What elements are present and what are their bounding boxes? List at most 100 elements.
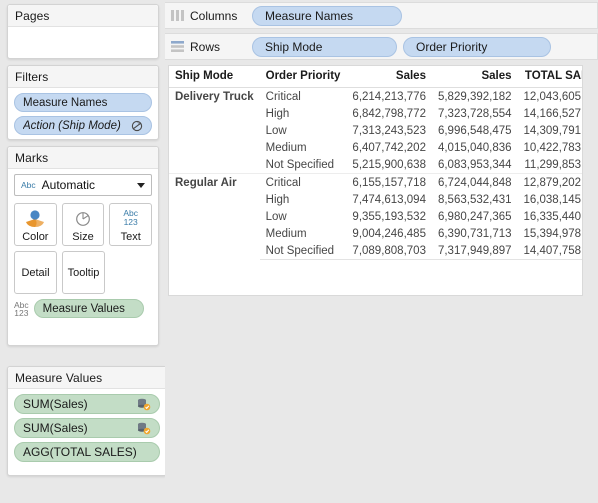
cell-total-sales[interactable]: 11,299,853,982 bbox=[518, 156, 582, 174]
cell-total-sales[interactable]: 16,038,145,525 bbox=[518, 191, 582, 208]
database-field-icon[interactable] bbox=[136, 421, 151, 435]
marks-color-label: Color bbox=[22, 231, 49, 243]
cell-order-priority[interactable]: Critical bbox=[259, 173, 347, 191]
column-header-ship-mode[interactable]: Ship Mode bbox=[169, 66, 260, 88]
cell-total-sales[interactable]: 14,407,758,600 bbox=[517, 242, 582, 260]
cell-order-priority[interactable]: Not Specified bbox=[260, 156, 347, 174]
cell-sales-1[interactable]: 7,089,808,703 bbox=[346, 242, 432, 260]
crosstab-table: Ship Mode Order Priority Sales Sales TOT… bbox=[169, 66, 582, 260]
column-header-total-sales[interactable]: TOTAL SALES bbox=[517, 66, 582, 88]
row-header-ship-mode[interactable]: Regular Air bbox=[169, 173, 260, 260]
cell-sales-2[interactable]: 6,083,953,344 bbox=[432, 156, 518, 174]
rows-icon bbox=[171, 41, 184, 52]
chevron-down-icon[interactable] bbox=[137, 182, 145, 188]
filter-action-icon[interactable] bbox=[131, 120, 143, 132]
cell-order-priority[interactable]: Critical bbox=[259, 87, 347, 105]
cell-sales-1[interactable]: 9,355,193,532 bbox=[346, 208, 432, 225]
view-panel: Columns Measure Names Rows Ship Mode Ord… bbox=[165, 0, 598, 503]
cell-sales-1[interactable]: 6,407,742,202 bbox=[346, 139, 432, 156]
cell-sales-1[interactable]: 7,313,243,523 bbox=[346, 122, 432, 139]
cell-order-priority[interactable]: Medium bbox=[260, 139, 347, 156]
cell-order-priority[interactable]: Medium bbox=[260, 225, 347, 242]
columns-shelf[interactable]: Columns Measure Names bbox=[165, 2, 598, 29]
cell-sales-1[interactable]: 7,474,613,094 bbox=[346, 191, 432, 208]
marks-color-button[interactable]: Color bbox=[14, 203, 57, 246]
marks-buttons-row-2: Detail Tooltip bbox=[14, 251, 152, 294]
table-row[interactable]: Regular Air Critical 6,155,157,718 6,724… bbox=[169, 173, 582, 260]
measure-value-label: SUM(Sales) bbox=[23, 421, 88, 435]
cell-sales-1[interactable]: 6,214,213,776 bbox=[346, 87, 432, 105]
rows-shelf[interactable]: Rows Ship Mode Order Priority bbox=[165, 33, 598, 60]
measure-value-pill-sum-sales-2[interactable]: SUM(Sales) bbox=[14, 418, 160, 438]
table-row[interactable]: Delivery Truck Critical 6,214,213,776 5,… bbox=[169, 87, 582, 174]
marks-card-body: Abc Automatic Color Size Abc 123 Text De… bbox=[8, 169, 158, 324]
marks-pill-measure-values[interactable]: Measure Values bbox=[33, 299, 144, 318]
pages-card-title: Pages bbox=[8, 5, 158, 27]
crosstab-view[interactable]: Ship Mode Order Priority Sales Sales TOT… bbox=[168, 65, 583, 296]
cell-order-priority[interactable]: Low bbox=[260, 208, 347, 225]
cell-sales-1[interactable]: 6,842,798,772 bbox=[346, 105, 432, 122]
cell-sales-2[interactable]: 5,829,392,182 bbox=[431, 87, 518, 105]
columns-shelf-pills: Measure Names bbox=[252, 5, 402, 26]
marks-detail-label: Detail bbox=[21, 266, 50, 279]
cell-total-sales[interactable]: 12,043,605,959 bbox=[517, 87, 582, 105]
database-field-icon[interactable] bbox=[136, 397, 151, 411]
cell-total-sales[interactable]: 10,422,783,037 bbox=[518, 139, 582, 156]
measure-value-label: AGG(TOTAL SALES) bbox=[23, 445, 137, 459]
crosstab-body: Delivery Truck Critical 6,214,213,776 5,… bbox=[169, 87, 582, 260]
tableau-worksheet: Pages Filters Measure Names Action (Ship… bbox=[0, 0, 598, 503]
column-header-order-priority[interactable]: Order Priority bbox=[259, 66, 347, 88]
marks-size-label: Size bbox=[72, 231, 94, 243]
cell-total-sales[interactable]: 14,166,527,326 bbox=[518, 105, 582, 122]
cell-total-sales[interactable]: 14,309,791,998 bbox=[518, 122, 582, 139]
pages-card-body[interactable] bbox=[8, 27, 158, 38]
column-header-sales-2[interactable]: Sales bbox=[431, 66, 518, 88]
cell-order-priority[interactable]: Low bbox=[260, 122, 347, 139]
cell-sales-1[interactable]: 9,004,246,485 bbox=[346, 225, 432, 242]
shelf-pill-order-priority[interactable]: Order Priority bbox=[403, 36, 551, 57]
marks-tooltip-label: Tooltip bbox=[67, 266, 100, 279]
cell-sales-2[interactable]: 6,724,044,848 bbox=[431, 173, 518, 191]
marks-card: Marks Abc Automatic Color Size Abc 123 T… bbox=[7, 146, 159, 346]
rows-shelf-label: Rows bbox=[190, 39, 221, 54]
cell-sales-2[interactable]: 7,317,949,897 bbox=[431, 242, 518, 260]
marks-card-title: Marks bbox=[8, 147, 158, 169]
cell-sales-2[interactable]: 4,015,040,836 bbox=[432, 139, 518, 156]
measure-value-pill-sum-sales-1[interactable]: SUM(Sales) bbox=[14, 394, 160, 414]
marks-size-button[interactable]: Size bbox=[61, 203, 105, 246]
cell-sales-2[interactable]: 7,323,728,554 bbox=[432, 105, 518, 122]
measure-value-pill-agg-total-sales[interactable]: AGG(TOTAL SALES) bbox=[14, 442, 160, 462]
cell-total-sales[interactable]: 15,394,978,198 bbox=[518, 225, 582, 242]
marks-detail-button[interactable]: Detail bbox=[14, 251, 57, 294]
shelf-pill-ship-mode[interactable]: Ship Mode bbox=[252, 36, 397, 57]
abc-123-icon: Abc 123 bbox=[123, 208, 138, 227]
columns-icon bbox=[171, 10, 184, 21]
mark-type-value: Automatic bbox=[41, 178, 96, 192]
cell-sales-1[interactable]: 6,155,157,718 bbox=[346, 173, 432, 191]
column-header-sales-1[interactable]: Sales bbox=[346, 66, 432, 88]
filter-pill-measure-names[interactable]: Measure Names bbox=[14, 93, 152, 112]
marks-text-encoding-row: Abc 123 Measure Values bbox=[14, 299, 152, 318]
filter-pill-label: Action (Ship Mode) bbox=[23, 119, 121, 132]
cell-sales-2[interactable]: 6,390,731,713 bbox=[432, 225, 518, 242]
cell-sales-2[interactable]: 6,980,247,365 bbox=[432, 208, 518, 225]
cell-order-priority[interactable]: High bbox=[260, 105, 347, 122]
row-header-ship-mode[interactable]: Delivery Truck bbox=[169, 87, 260, 174]
cell-order-priority[interactable]: Not Specified bbox=[259, 242, 347, 260]
cell-total-sales[interactable]: 12,879,202,566 bbox=[517, 173, 582, 191]
crosstab-header-row: Ship Mode Order Priority Sales Sales TOT… bbox=[169, 66, 582, 88]
columns-shelf-label: Columns bbox=[190, 8, 238, 23]
cell-sales-1[interactable]: 5,215,900,638 bbox=[346, 156, 432, 174]
abc-123-icon: Abc 123 bbox=[14, 299, 29, 318]
marks-tooltip-button[interactable]: Tooltip bbox=[62, 251, 105, 294]
shelf-pill-label: Order Priority bbox=[416, 39, 488, 54]
cell-sales-2[interactable]: 6,996,548,475 bbox=[432, 122, 518, 139]
cell-total-sales[interactable]: 16,335,440,897 bbox=[518, 208, 582, 225]
shelf-pill-measure-names[interactable]: Measure Names bbox=[252, 5, 402, 26]
cell-sales-2[interactable]: 8,563,532,431 bbox=[432, 191, 518, 208]
filter-pill-action-ship-mode[interactable]: Action (Ship Mode) bbox=[14, 116, 152, 135]
marks-text-button[interactable]: Abc 123 Text bbox=[109, 203, 153, 246]
cell-order-priority[interactable]: High bbox=[260, 191, 347, 208]
crosstab-header: Ship Mode Order Priority Sales Sales TOT… bbox=[169, 66, 582, 88]
mark-type-dropdown[interactable]: Abc Automatic bbox=[14, 174, 152, 196]
